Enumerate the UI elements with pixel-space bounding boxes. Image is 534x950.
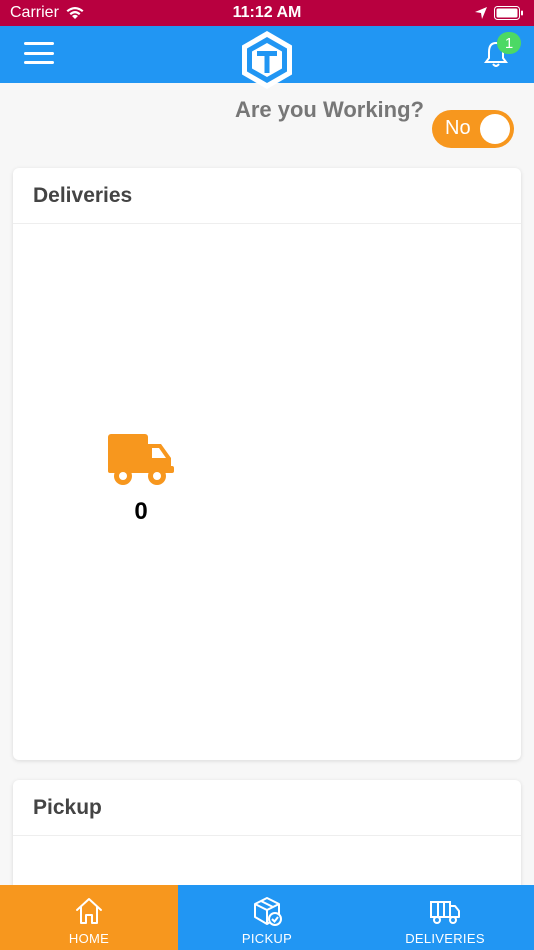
app-logo-icon [242, 31, 292, 89]
deliveries-card: Deliveries 0 [13, 168, 521, 760]
home-icon [76, 898, 102, 924]
hamburger-menu-icon[interactable] [24, 40, 54, 66]
toggle-state-label: No [445, 117, 471, 139]
notification-badge: 1 [497, 32, 521, 54]
battery-icon [494, 6, 523, 20]
location-arrow-icon [475, 7, 487, 19]
status-right [474, 6, 524, 20]
tab-home-label: HOME [68, 931, 110, 946]
tab-home[interactable]: HOME [0, 885, 178, 950]
delivery-truck-icon [430, 901, 460, 924]
deliveries-count: 0 [134, 498, 148, 525]
tab-deliveries[interactable]: DELIVERIES [356, 885, 534, 950]
pickup-card-title: Pickup [13, 780, 521, 836]
wifi-icon [66, 7, 84, 19]
app-header: 1 [0, 26, 534, 89]
working-question-label: Are you Working? [234, 97, 424, 122]
tab-deliveries-label: DELIVERIES [405, 931, 485, 946]
status-left: Carrier [10, 4, 85, 22]
bottom-tab-bar: HOME PICKUP DELIVERIES [0, 885, 534, 950]
tab-pickup-label: PICKUP [241, 931, 293, 946]
toggle-knob [480, 114, 510, 144]
package-icon [254, 897, 282, 926]
deliveries-card-title: Deliveries [13, 168, 521, 224]
working-status-row: Are you Working? No [234, 97, 514, 148]
status-bar: Carrier 11:12 AM [0, 0, 534, 26]
working-toggle[interactable]: No [432, 110, 514, 148]
tab-pickup[interactable]: PICKUP [178, 885, 356, 950]
truck-icon[interactable] [107, 430, 175, 488]
carrier-label: Carrier [10, 4, 59, 21]
